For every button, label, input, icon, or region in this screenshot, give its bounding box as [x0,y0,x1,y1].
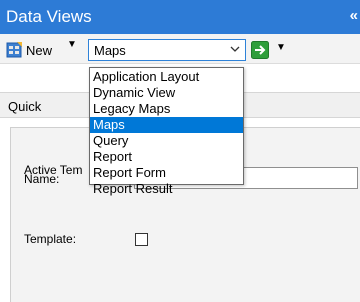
dropdown-item-selected[interactable]: Maps [90,117,243,133]
dropdown-item[interactable]: Application Layout [90,69,243,85]
dropdown-arrow-icon[interactable]: ▼ [67,39,77,50]
view-type-select[interactable]: Maps [88,39,246,61]
dropdown-item[interactable]: Report Form [90,165,243,181]
new-document-icon [6,42,22,58]
chevron-down-icon [230,46,240,52]
panel-titlebar: Data Views « [0,0,360,34]
view-type-dropdown: Application Layout Dynamic View Legacy M… [89,67,244,196]
collapse-icon[interactable]: « [350,7,358,24]
view-type-value: Maps [94,43,126,58]
go-arrow-icon[interactable] [251,41,269,59]
panel-title: Data Views [6,7,92,26]
template-label: Template: [24,232,77,246]
dropdown-item[interactable]: Query [90,133,243,149]
dropdown-item[interactable]: Report [90,149,243,165]
template-checkbox[interactable] [135,233,148,246]
dropdown-item[interactable]: Legacy Maps [90,101,243,117]
tab-quick[interactable]: Quick [8,99,41,114]
new-button-label: New [26,42,53,58]
dropdown-arrow-icon[interactable]: ▼ [276,42,286,53]
dropdown-item[interactable]: Report Result [90,181,243,197]
dropdown-item[interactable]: Dynamic View [90,85,243,101]
new-button[interactable]: New [6,40,52,60]
name-label: Name: [24,172,60,186]
